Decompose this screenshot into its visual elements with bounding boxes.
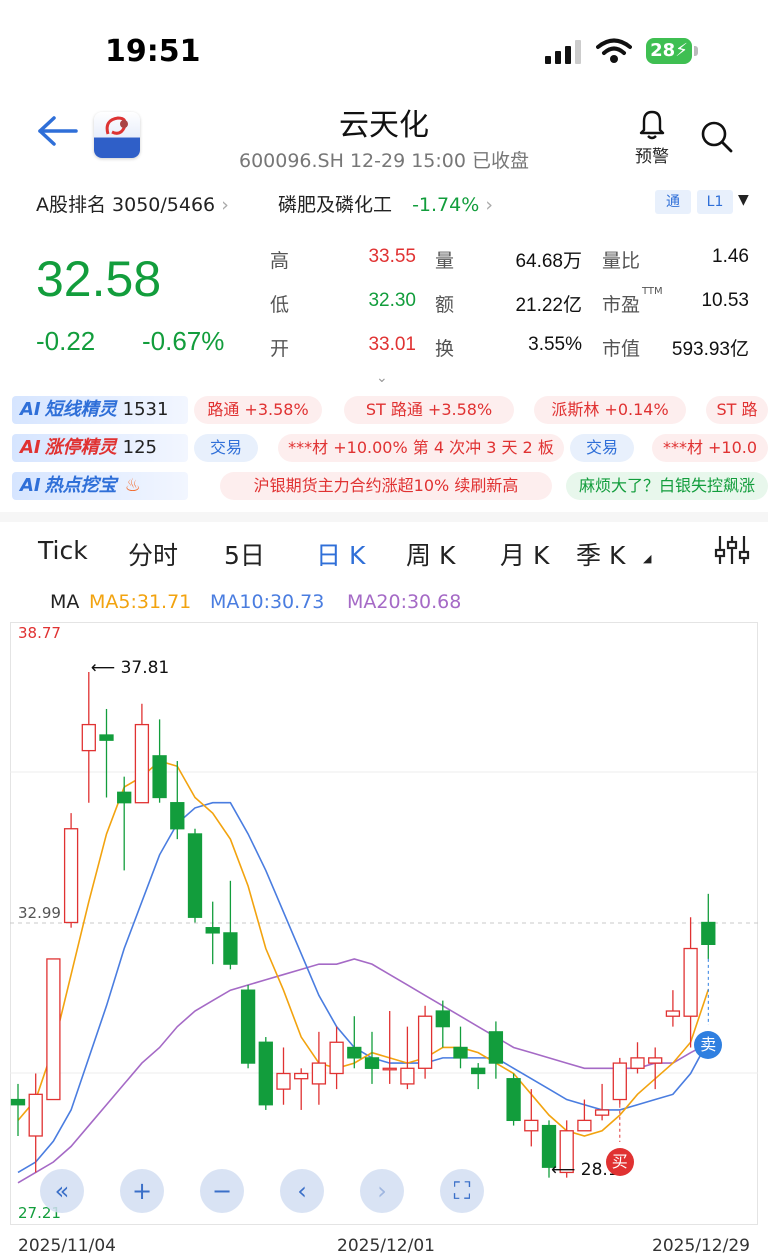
ttm-superscript: TTM [642, 286, 663, 297]
zoom-in-button[interactable]: + [120, 1169, 164, 1213]
scroll-right-button[interactable]: › [360, 1169, 404, 1213]
last-price: 32.58 [36, 251, 162, 307]
y-max-label: 38.77 [18, 624, 61, 642]
quote-label: 换 [435, 338, 455, 360]
a-share-rank[interactable]: A股排名 3050/5466 › [36, 190, 229, 217]
search-icon[interactable] [700, 120, 734, 154]
fire-icon: ♨ [124, 475, 141, 496]
ai-tag[interactable]: ***材 +10.00% 第 4 次冲 3 天 2 板 [278, 434, 564, 462]
ai-tag[interactable]: ***材 +10.0 [652, 434, 768, 462]
quote-value: 3.55% [528, 334, 582, 355]
date-label-mid: 2025/12/01 [337, 1236, 435, 1256]
quote-value: 33.55 [368, 246, 416, 267]
sector-change: -1.74% [412, 194, 480, 216]
quote-value: 1.46 [712, 246, 749, 267]
quote-value: 10.53 [701, 290, 749, 311]
tab-period[interactable]: 周 K [406, 536, 455, 572]
chevron-right-icon: › [221, 194, 229, 216]
section-separator [0, 512, 768, 522]
ai-tag[interactable]: ST 路通 +3.58% [344, 396, 514, 424]
buy-marker[interactable]: 买 [605, 1148, 634, 1176]
zoom-out-button[interactable]: − [200, 1169, 244, 1213]
ma10-legend: MA10:30.73 [210, 591, 325, 613]
tong-chip[interactable]: 通 [655, 190, 691, 214]
sector-link[interactable]: 磷肥及磷化工 -1.74% › [278, 190, 493, 217]
quote-label: 高 [270, 250, 290, 272]
quote-value: 33.01 [368, 334, 416, 355]
quote-value: 32.30 [368, 290, 416, 311]
ai-tag[interactable]: 麻烦大了？白银失控飙涨 [566, 472, 768, 500]
ai-badge-name: 短线精灵 [44, 399, 117, 420]
ai-badge-name: 热点挖宝 [44, 475, 117, 496]
quote-label: 量比 [602, 250, 641, 272]
quote-label: 市值 [602, 338, 641, 360]
battery-tip [694, 46, 698, 56]
ref-price-label: 32.99 [18, 904, 61, 922]
quote-value: 593.93亿 [671, 339, 749, 360]
ai-tag[interactable]: 交易 [570, 434, 634, 462]
scroll-left-fast-button[interactable]: « [40, 1169, 84, 1213]
bell-icon[interactable] [638, 108, 666, 140]
date-label-start: 2025/11/04 [18, 1236, 116, 1256]
price-change-pct: -0.67% [142, 326, 225, 356]
quote-label: 市盈 [602, 294, 641, 316]
ai-badge-name: 涨停精灵 [44, 437, 117, 458]
quote-label: 量 [435, 250, 455, 272]
expand-chevron-icon[interactable]: ⌄ [376, 370, 388, 386]
ai-badge[interactable]: AI 涨停精灵 125 [12, 434, 188, 462]
ai-label: AI [20, 399, 41, 420]
caret-down-icon[interactable]: ▼ [738, 192, 749, 208]
tab-period[interactable]: Tick [38, 536, 88, 565]
quote-value: 64.68万 [515, 251, 582, 272]
max-annotation: ⟵ 37.81 [90, 657, 170, 678]
quote-label: 开 [270, 338, 290, 360]
date-label-end: 2025/12/29 [652, 1236, 750, 1256]
tab-period[interactable]: 5日 [224, 536, 265, 572]
alert-label[interactable]: 预警 [626, 142, 678, 167]
rank-label: A股排名 3050/5466 [36, 194, 216, 216]
status-time: 19:51 [105, 34, 201, 69]
tab-period[interactable]: 月 K [500, 536, 549, 572]
ai-tag[interactable]: ST 路 [706, 396, 768, 424]
ai-badge[interactable]: AI 热点挖宝 ♨ [12, 472, 188, 500]
quote-label: 额 [435, 294, 455, 316]
tab-period[interactable]: 季 K [576, 536, 625, 572]
ai-tag[interactable]: 交易 [194, 434, 258, 462]
battery-icon: 28⚡ [646, 38, 692, 64]
quote-value: 21.22亿 [515, 295, 582, 316]
ai-badge[interactable]: AI 短线精灵 1531 [12, 396, 188, 424]
fullscreen-button[interactable]: ⛶ [440, 1169, 484, 1213]
ai-tag[interactable]: 沪银期货主力合约涨超10% 续刷新高 [220, 472, 552, 500]
more-caret-icon[interactable]: ◢ [643, 552, 651, 565]
tab-period[interactable]: 日 K [316, 536, 365, 572]
scroll-left-button[interactable]: ‹ [280, 1169, 324, 1213]
ai-tag[interactable]: 派斯林 +0.14% [534, 396, 686, 424]
wifi-icon [596, 38, 632, 63]
price-change: -0.22 [36, 326, 96, 356]
ai-badge-count: 125 [122, 437, 157, 458]
ai-label: AI [20, 437, 41, 458]
ai-tag[interactable]: 路通 +3.58% [194, 396, 322, 424]
ma20-legend: MA20:30.68 [347, 591, 462, 613]
tab-period[interactable]: 分时 [128, 536, 178, 572]
quote-label: 低 [270, 294, 290, 316]
level-chip[interactable]: L1 [697, 190, 733, 214]
sector-name: 磷肥及磷化工 [278, 194, 393, 216]
chevron-right-icon: › [485, 194, 493, 216]
kline-chart-frame [10, 622, 758, 1225]
ai-badge-count: 1531 [122, 399, 169, 420]
ma-label: MA [50, 591, 80, 613]
ma5-legend: MA5:31.71 [89, 591, 192, 613]
cellular-signal-icon [545, 40, 581, 64]
settings-sliders-icon[interactable] [714, 532, 750, 568]
ai-label: AI [20, 475, 41, 496]
